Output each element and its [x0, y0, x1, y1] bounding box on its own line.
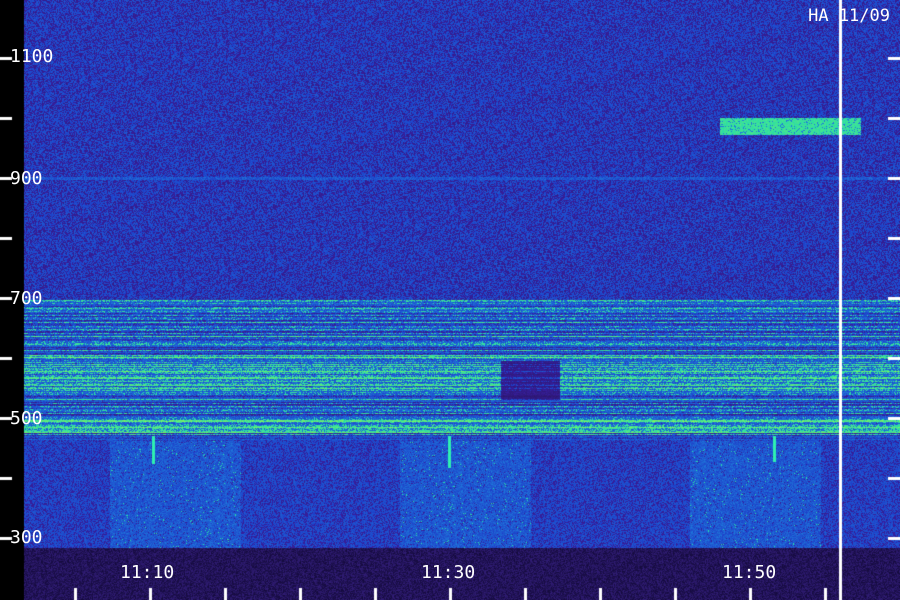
x-tick-label-1130: 11:30	[421, 562, 476, 583]
spectrogram-canvas	[0, 0, 900, 600]
y-tick-label-1100: 1100	[10, 46, 54, 67]
spectrogram-panel: HA 11/09 1100 900 700 500 300 11:10 11:3…	[0, 0, 900, 600]
x-tick-label-1150: 11:50	[722, 562, 777, 583]
y-tick-label-500: 500	[10, 408, 43, 429]
plot-title: HA 11/09	[808, 6, 890, 26]
y-tick-label-300: 300	[10, 527, 43, 548]
x-tick-label-1110: 11:10	[120, 562, 175, 583]
y-tick-label-900: 900	[10, 168, 43, 189]
y-tick-label-700: 700	[10, 288, 43, 309]
